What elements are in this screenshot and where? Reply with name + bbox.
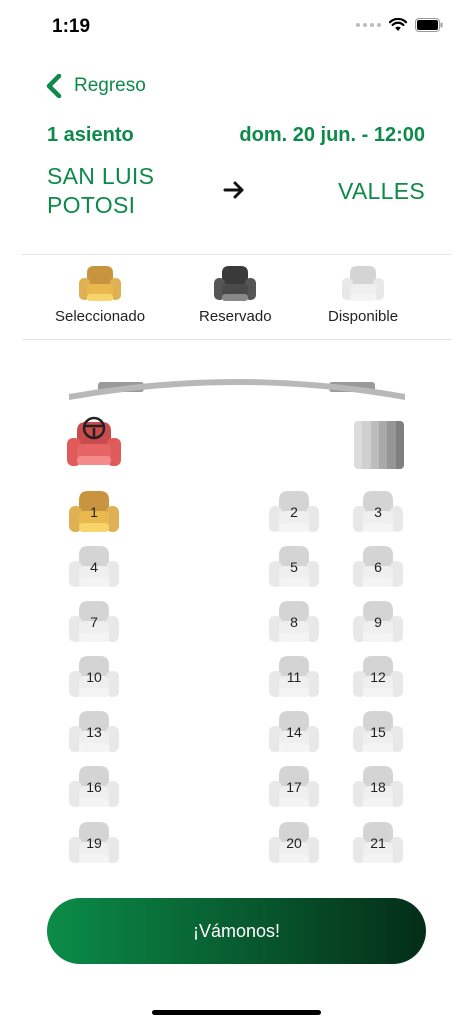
seat-number: 19	[86, 835, 102, 851]
bus-door-icon	[354, 421, 404, 469]
legend-available: Disponible	[328, 264, 398, 325]
seat-number: 15	[370, 724, 386, 740]
seat-19[interactable]: 19	[68, 820, 120, 864]
route: SAN LUIS POTOSI VALLES	[47, 162, 425, 220]
origin-city: SAN LUIS POTOSI	[47, 163, 155, 218]
back-label: Regreso	[74, 75, 146, 96]
seat-12[interactable]: 12	[352, 654, 404, 698]
seat-6[interactable]: 6	[352, 544, 404, 588]
seat-14[interactable]: 14	[268, 709, 320, 753]
status-time: 1:19	[52, 16, 91, 37]
arrow-right-icon	[223, 181, 244, 199]
seat-3[interactable]: 3	[352, 489, 404, 533]
back-button[interactable]: Regreso	[44, 74, 146, 98]
seat-number: 1	[90, 504, 98, 520]
continue-button[interactable]: ¡Vámonos!	[47, 898, 426, 964]
seat-number: 8	[290, 614, 298, 630]
driver-seat-icon	[67, 416, 121, 466]
seat-number: 12	[370, 669, 386, 685]
selected-seat-icon	[79, 266, 122, 301]
seat-number: 21	[370, 835, 386, 851]
seat-16[interactable]: 16	[68, 764, 120, 808]
seat-10[interactable]: 10	[68, 654, 120, 698]
wifi-icon	[389, 18, 407, 31]
legend-label: Seleccionado	[55, 308, 146, 325]
seat-number: 9	[374, 614, 382, 630]
seat-number: 5	[290, 559, 298, 575]
seat-8[interactable]: 8	[268, 599, 320, 643]
bus-windshield	[69, 379, 405, 400]
seat-7[interactable]: 7	[68, 599, 120, 643]
seat-number: 16	[86, 779, 102, 795]
legend-selected: Seleccionado	[55, 264, 145, 325]
seat-number: 17	[286, 779, 302, 795]
seat-number: 7	[90, 614, 98, 630]
seat-20[interactable]: 20	[268, 820, 320, 864]
seat-number: 20	[286, 835, 302, 851]
seat-number: 10	[86, 669, 102, 685]
legend-reserved: Reservado	[199, 264, 272, 325]
seat-number: 13	[86, 724, 102, 740]
seat-17[interactable]: 17	[268, 764, 320, 808]
seat-number: 4	[90, 559, 98, 575]
seat-number: 2	[290, 504, 298, 520]
chevron-left-icon	[46, 74, 62, 98]
seat-number: 11	[286, 669, 302, 685]
seat-15[interactable]: 15	[352, 709, 404, 753]
available-seat-icon	[342, 266, 385, 301]
seat-13[interactable]: 13	[68, 709, 120, 753]
status-icons	[356, 18, 443, 32]
seat-number: 6	[374, 559, 382, 575]
seat-2[interactable]: 2	[268, 489, 320, 533]
seat-1[interactable]: 1	[68, 489, 120, 533]
seat-9[interactable]: 9	[352, 599, 404, 643]
legend-label: Reservado	[199, 308, 272, 325]
seat-11[interactable]: 11	[268, 654, 320, 698]
seat-number: 18	[370, 779, 386, 795]
trip-summary: 1 asiento dom. 20 jun. - 12:00	[47, 124, 425, 147]
status-bar: 1:19	[0, 0, 473, 54]
seat-number: 3	[374, 504, 382, 520]
cellular-signal-icon	[356, 23, 381, 27]
legend-label: Disponible	[328, 308, 399, 325]
continue-button-label: ¡Vámonos!	[192, 920, 281, 941]
reserved-seat-icon	[214, 266, 257, 301]
battery-icon	[415, 18, 443, 32]
seat-21[interactable]: 21	[352, 820, 404, 864]
divider	[22, 254, 451, 255]
divider	[22, 339, 451, 340]
destination-city: VALLES	[337, 177, 425, 204]
departure-datetime: dom. 20 jun. - 12:00	[239, 124, 425, 146]
seat-18[interactable]: 18	[352, 764, 404, 808]
seat-number: 14	[286, 724, 302, 740]
seat-4[interactable]: 4	[68, 544, 120, 588]
seat-legend: Seleccionado Reservado Disponible	[22, 264, 451, 334]
seat-5[interactable]: 5	[268, 544, 320, 588]
seat-count: 1 asiento	[47, 124, 134, 146]
home-indicator	[152, 1010, 321, 1015]
